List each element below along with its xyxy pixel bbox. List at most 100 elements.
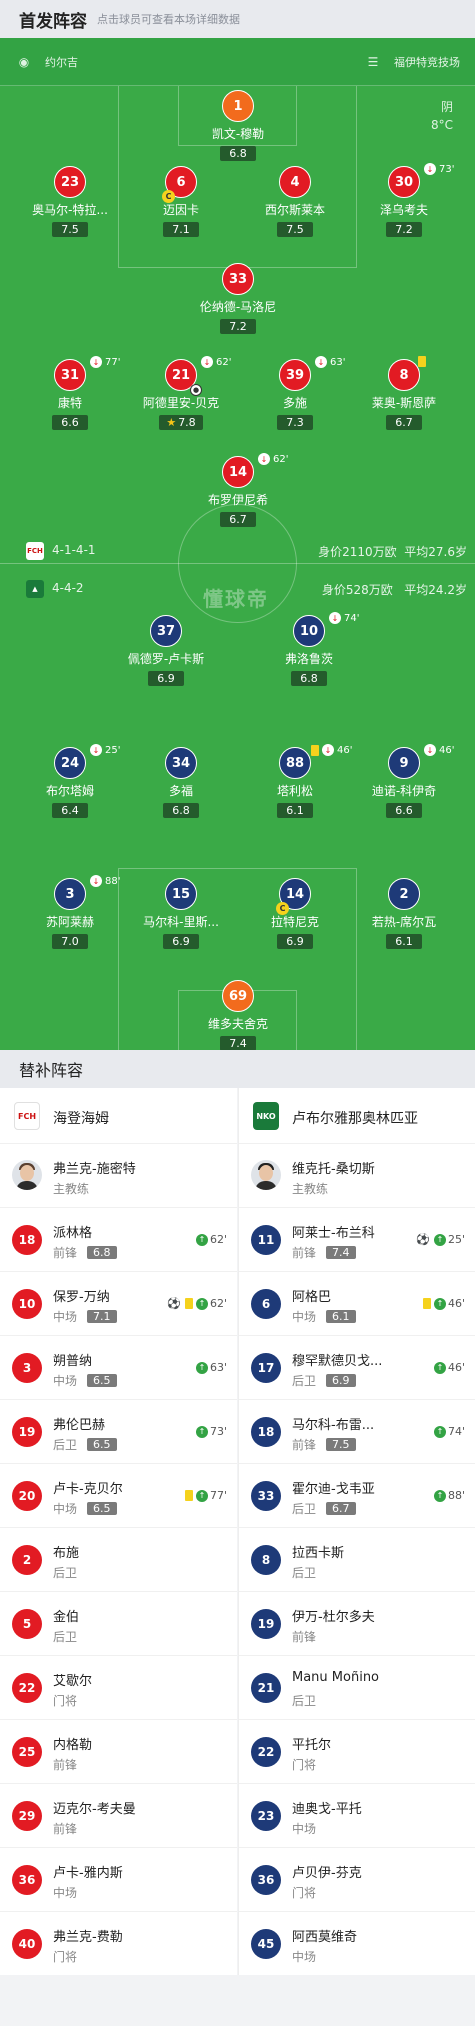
player-away-88[interactable]: 88 ↓ 46' 塔利松 6.1 [245,744,352,818]
player-home-4[interactable]: 4 西尔斯莱本 7.5 [245,166,345,237]
sub-time: 73' [209,1425,227,1438]
player-away-3[interactable]: 3 ↓ 88' 苏阿莱赫 7.0 [20,875,121,949]
player-home-30[interactable]: 30 ↓ 73' 泽乌考夫 7.2 [354,163,454,237]
sub-in-icon: ↑ [433,1489,446,1502]
sub-player-row[interactable]: 25 内格勒 前锋 [0,1720,237,1784]
weather: 阴 8°C [431,98,453,134]
away-team-logo: NKO [253,1102,279,1130]
sub-player-row[interactable]: 18 马尔科-布雷... 前锋 7.5 ↑ 74' [239,1400,475,1464]
sub-player-row[interactable]: 6 阿格巴 中场 6.1 ↑ 46' [239,1272,475,1336]
sub-player-row[interactable]: 29 迈克尔-考夫曼 前锋 [0,1784,237,1848]
sub-out-icon: ↓ [315,356,327,368]
stadium-name: 福伊特竞技场 [394,56,460,69]
player-rating: 7.1 [163,222,199,237]
sub-out-icon: ↓ [424,744,436,756]
player-name: 穆罕默德贝戈... [292,1354,383,1369]
sub-player-row[interactable]: 22 平托尔 门将 [239,1720,475,1784]
player-number: 30 [388,166,420,198]
player-rating: 6.9 [163,934,199,949]
player-name: 拉西卡斯 [292,1546,345,1561]
player-number: 19 [251,1609,281,1639]
player-rating: 6.4 [52,803,88,818]
player-away-10[interactable]: 10 ↓ 74' 弗洛鲁茨 6.8 [259,612,359,686]
player-away-9[interactable]: 9 ↓ 46' 迪诺-科伊奇 6.6 [354,744,454,818]
sub-player-row[interactable]: 20 卢卡-克贝尔 中场 6.5 ↑ 77' [0,1464,237,1528]
sub-time: 88' [105,875,121,887]
sub-player-row[interactable]: 22 艾歇尔 门将 [0,1656,237,1720]
player-position: 门将 [53,1950,78,1964]
player-home-33[interactable]: 33 伦纳德-马洛尼 7.2 [188,263,288,334]
player-number: 18 [251,1417,281,1447]
player-position: 前锋 [292,1246,317,1260]
sub-player-row[interactable]: 36 卢卡-雅内斯 中场 [0,1848,237,1912]
player-rating: 7.3 [277,415,313,430]
player-position: 中场 [53,1310,78,1324]
player-rating: 7.8 [178,416,196,429]
sub-player-row[interactable]: 45 阿西莫维奇 中场 [239,1912,475,1976]
sub-player-row[interactable]: 17 穆罕默德贝戈... 后卫 6.9 ↑ 46' [239,1336,475,1400]
player-position: 门将 [53,1694,78,1708]
home-team-badge: FCH [26,542,44,560]
goal-ball-icon: ⚽ [416,1233,430,1246]
sub-player-row[interactable]: 2 布施 后卫 [0,1528,237,1592]
player-name: 佩德罗-卢卡斯 [127,652,205,666]
sub-player-row[interactable]: 21 Manu Moñino 后卫 [239,1656,475,1720]
player-away-gk[interactable]: 69 维多夫舍克 7.4 [188,980,288,1051]
player-name: 多福 [168,784,193,798]
player-home-39[interactable]: 39 ↓ 63' 多施 7.3 [245,356,345,430]
player-position: 中场 [292,1310,317,1324]
sub-time: 88' [447,1489,465,1502]
sub-player-row[interactable]: 33 霍尔迪-戈韦亚 后卫 6.7 ↑ 88' [239,1464,475,1528]
sub-player-row[interactable]: 8 拉西卡斯 后卫 [239,1528,475,1592]
yellow-card-icon [422,1298,431,1309]
player-position: 门将 [292,1886,317,1900]
player-rating: 6.6 [52,415,88,430]
player-away-34[interactable]: 34 多福 6.8 [131,747,231,818]
player-name: 弗伦巴赫 [53,1418,106,1433]
bottom-spacer [0,1975,475,2026]
sub-player-row[interactable]: 3 朔普纳 中场 6.5 ↑ 63' [0,1336,237,1400]
away-coach[interactable]: 维克托-桑切斯 主教练 [239,1144,475,1208]
player-home-8[interactable]: 8 莱奥-斯恩萨 6.7 [354,356,454,430]
sub-time: 63' [209,1361,227,1374]
player-number: 19 [12,1417,42,1447]
home-team-header[interactable]: FCH 海登海姆 [0,1088,237,1144]
sub-player-row[interactable]: 23 迪奥戈-平托 中场 [239,1784,475,1848]
referee-name: 约尔吉 [45,56,78,69]
player-rating: 7.5 [277,222,313,237]
player-number: 22 [251,1737,281,1767]
player-name: 若热-席尔瓦 [371,915,437,929]
player-home-21[interactable]: 21 ● ↓ 62' 阿德里安-贝克 ★ 7.8 [131,356,231,430]
player-name: 迈因卡 [162,203,199,217]
player-position: 前锋 [53,1822,78,1836]
stadium-icon: ☰ [367,55,379,69]
player-number: 14 [285,886,305,902]
sub-player-row[interactable]: 10 保罗-万纳 中场 7.1 ⚽ ↑ 62' [0,1272,237,1336]
sub-player-row[interactable]: 36 卢贝伊-芬克 门将 [239,1848,475,1912]
sub-player-row[interactable]: 19 伊万-杜尔多夫 前锋 [239,1592,475,1656]
player-home-23[interactable]: 23 奥马尔-特拉... 7.5 [20,166,120,237]
player-number: 6 [251,1289,281,1319]
sub-player-row[interactable]: 18 派林格 前锋 6.8 ↑ 62' [0,1208,237,1272]
sub-player-row[interactable]: 5 金伯 后卫 [0,1592,237,1656]
home-coach[interactable]: 弗兰克-施密特 主教练 [0,1144,237,1208]
player-rating: 7.2 [386,222,422,237]
player-home-31[interactable]: 31 ↓ 77' 康特 6.6 [20,356,120,430]
away-team-header[interactable]: NKO 卢布尔雅那奥林匹亚 [239,1088,475,1144]
player-away-14[interactable]: 14 C 拉特尼克 6.9 [245,878,345,949]
player-away-24[interactable]: 24 ↓ 25' 布尔塔姆 6.4 [20,744,120,818]
sub-player-row[interactable]: 11 阿莱士-布兰科 前锋 7.4 ⚽ ↑ 25' [239,1208,475,1272]
player-home-14[interactable]: 14 ↓ 62' 布罗伊尼希 6.7 [188,453,288,527]
sub-in-icon: ↑ [433,1361,446,1374]
player-home-6[interactable]: 6 C 迈因卡 7.1 [131,166,231,237]
player-away-2[interactable]: 2 若热-席尔瓦 6.1 [354,878,454,949]
weather-condition: 阴 [440,100,453,114]
sub-player-row[interactable]: 19 弗伦巴赫 后卫 6.5 ↑ 73' [0,1400,237,1464]
player-position: 前锋 [53,1246,78,1260]
player-away-15[interactable]: 15 马尔科-里斯... 6.9 [131,878,231,949]
player-away-37[interactable]: 37 佩德罗-卢卡斯 6.9 [116,615,216,686]
player-rating: 7.1 [87,1310,117,1323]
sub-player-row[interactable]: 40 弗兰克-费勒 门将 [0,1912,237,1976]
player-home-gk[interactable]: 1 凯文-穆勒 6.8 [188,90,288,161]
sub-in-icon: ↑ [433,1233,446,1246]
